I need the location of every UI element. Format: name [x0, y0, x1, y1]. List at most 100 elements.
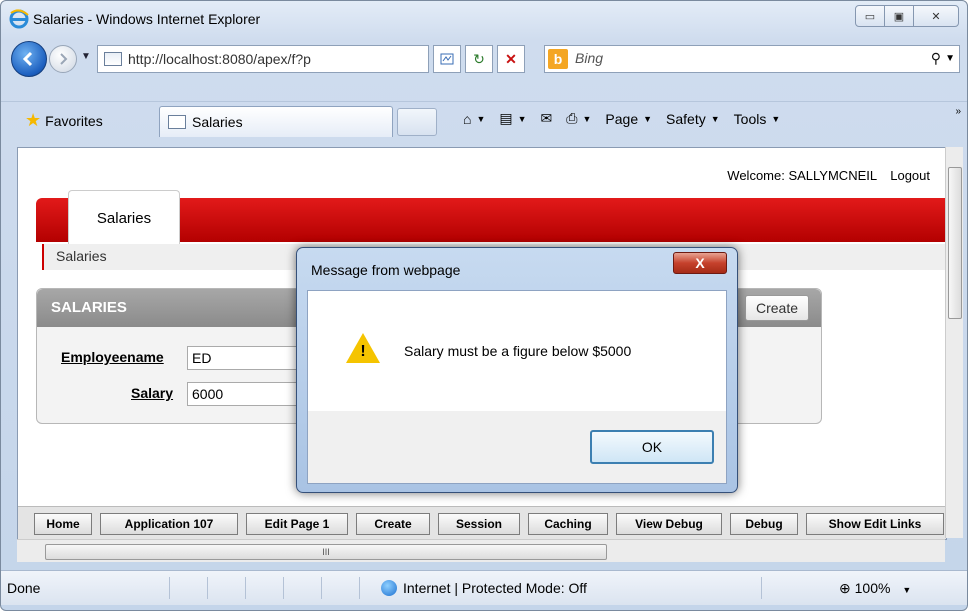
dialog-close-button[interactable]: X [673, 252, 727, 274]
status-divider [321, 577, 322, 599]
horizontal-scroll-thumb[interactable]: III [45, 544, 607, 560]
dev-debug-button[interactable]: Debug [730, 513, 798, 535]
logout-link[interactable]: Logout [890, 168, 930, 183]
page-icon [104, 52, 122, 66]
search-options-dropdown[interactable]: ▼ [945, 53, 955, 64]
bing-logo-icon: b [548, 49, 568, 69]
close-button[interactable]: ✕ [913, 5, 959, 27]
search-box[interactable]: b Bing ⚲ ▼ [544, 45, 960, 73]
dialog-title: Message from webpage [311, 262, 461, 278]
favorites-button[interactable]: ★ Favorites [25, 110, 103, 131]
dialog-body: ! Salary must be a figure below $5000 OK [307, 290, 727, 484]
stop-button[interactable]: ✕ [497, 45, 525, 73]
more-commands-icon[interactable]: » [955, 106, 961, 117]
dev-caching-button[interactable]: Caching [528, 513, 608, 535]
chevron-down-icon: ▼ [582, 113, 592, 124]
employeename-field[interactable]: ED [187, 346, 303, 370]
navigation-bar: ▼ http://localhost:8080/apex/f?p ↻ ✕ b B… [1, 37, 967, 81]
browser-tab[interactable]: Salaries [159, 106, 393, 137]
page-menu-label: Page [605, 110, 639, 127]
ie-logo-icon [9, 9, 29, 29]
salary-field[interactable]: 6000 [187, 382, 303, 406]
window-controls: ▭ ▣ ✕ [855, 5, 959, 27]
search-icon[interactable]: ⚲ [931, 50, 941, 67]
address-bar[interactable]: http://localhost:8080/apex/f?p [97, 45, 429, 73]
recent-pages-dropdown[interactable]: ▼ [81, 51, 91, 62]
printer-icon: ⎙ [566, 110, 578, 126]
security-zone-label: Internet | Protected Mode: Off [403, 580, 587, 596]
dev-edit-page-button[interactable]: Edit Page 1 [246, 513, 348, 535]
safety-menu[interactable]: Safety ▼ [666, 111, 720, 127]
status-divider [169, 577, 170, 599]
warning-icon-mark: ! [360, 343, 366, 360]
dialog-message: Salary must be a figure below $5000 [404, 343, 632, 359]
welcome-area: Welcome: SALLYMCNEIL Logout [717, 168, 930, 183]
vertical-scrollbar[interactable] [945, 147, 963, 538]
window-title: Salaries - Windows Internet Explorer [33, 11, 261, 27]
search-input[interactable]: Bing [575, 50, 603, 66]
address-input[interactable]: http://localhost:8080/apex/f?p [128, 51, 378, 67]
dev-show-edit-links-button[interactable]: Show Edit Links [806, 513, 944, 535]
forward-arrow-icon [60, 53, 68, 65]
dev-create-button[interactable]: Create [356, 513, 430, 535]
ok-button[interactable]: OK [590, 430, 714, 464]
compatibility-icon [440, 53, 454, 65]
horizontal-scrollbar[interactable]: III [17, 539, 945, 562]
print-button[interactable]: ⎙ ▼ [566, 110, 591, 127]
dev-home-button[interactable]: Home [34, 513, 92, 535]
mail-button[interactable]: ✉ [541, 110, 553, 127]
maximize-button[interactable]: ▣ [884, 5, 914, 27]
chevron-down-icon: ▼ [517, 113, 527, 124]
globe-icon [381, 580, 397, 596]
salary-label[interactable]: Salary [131, 385, 173, 401]
refresh-button[interactable]: ↻ [465, 45, 493, 73]
welcome-text: Welcome: SALLYMCNEIL [727, 168, 877, 183]
favorites-bar: ★ Favorites Salaries ⌂ ▼ ▤ ▼ ✉ ⎙ ▼ Page ▼ Sa… [1, 101, 967, 138]
chevron-down-icon: ▼ [643, 113, 653, 124]
title-bar: Salaries - Windows Internet Explorer ▭ ▣… [1, 1, 967, 35]
star-icon: ★ [25, 110, 42, 130]
mail-icon: ✉ [540, 110, 553, 126]
tab-label: Salaries [192, 114, 243, 130]
security-zone[interactable]: Internet | Protected Mode: Off [381, 580, 587, 596]
home-icon: ⌂ [463, 110, 472, 127]
command-bar: ⌂ ▼ ▤ ▼ ✉ ⎙ ▼ Page ▼ Safety ▼ Tools ▼ [463, 110, 794, 127]
dev-application-button[interactable]: Application 107 [100, 513, 238, 535]
home-button[interactable]: ⌂ ▼ [463, 111, 485, 127]
chevron-down-icon: ▼ [771, 113, 781, 124]
forward-button[interactable] [49, 45, 77, 73]
favorites-label: Favorites [45, 112, 103, 129]
tab-salaries[interactable]: Salaries [68, 190, 180, 245]
zoom-control[interactable]: ⊕ 100% ▼ [839, 580, 911, 597]
status-text: Done [7, 580, 41, 596]
refresh-icon: ↻ [473, 50, 485, 67]
vertical-scroll-thumb[interactable] [948, 167, 962, 319]
chevron-down-icon: ▼ [710, 113, 720, 124]
page-menu[interactable]: Page ▼ [605, 111, 652, 127]
status-divider [283, 577, 284, 599]
alert-dialog: Message from webpage X ! Salary must be … [296, 247, 738, 493]
feeds-button[interactable]: ▤ ▼ [499, 110, 526, 127]
page-icon [168, 115, 186, 129]
compatibility-view-button[interactable] [433, 45, 461, 73]
dev-session-button[interactable]: Session [438, 513, 520, 535]
status-divider [761, 577, 762, 599]
create-button[interactable]: Create [744, 295, 809, 321]
zoom-icon: ⊕ [839, 580, 851, 596]
new-tab-button[interactable] [397, 108, 437, 136]
rss-icon: ▤ [499, 110, 513, 126]
status-bar: Done Internet | Protected Mode: Off ⊕ 10… [1, 570, 967, 605]
status-divider [359, 577, 360, 599]
employeename-label[interactable]: Employeename [61, 349, 164, 365]
safety-menu-label: Safety [666, 110, 706, 127]
developer-toolbar: Home Application 107 Edit Page 1 Create … [18, 506, 946, 539]
back-button[interactable] [11, 41, 47, 77]
minimize-button[interactable]: ▭ [855, 5, 885, 27]
tools-menu-label: Tools [733, 110, 767, 127]
tools-menu[interactable]: Tools ▼ [734, 111, 781, 127]
chevron-down-icon: ▼ [476, 113, 486, 124]
chevron-down-icon: ▼ [902, 585, 912, 595]
zoom-level: 100% [854, 580, 891, 596]
stop-icon: ✕ [505, 50, 517, 67]
dev-view-debug-button[interactable]: View Debug [616, 513, 722, 535]
